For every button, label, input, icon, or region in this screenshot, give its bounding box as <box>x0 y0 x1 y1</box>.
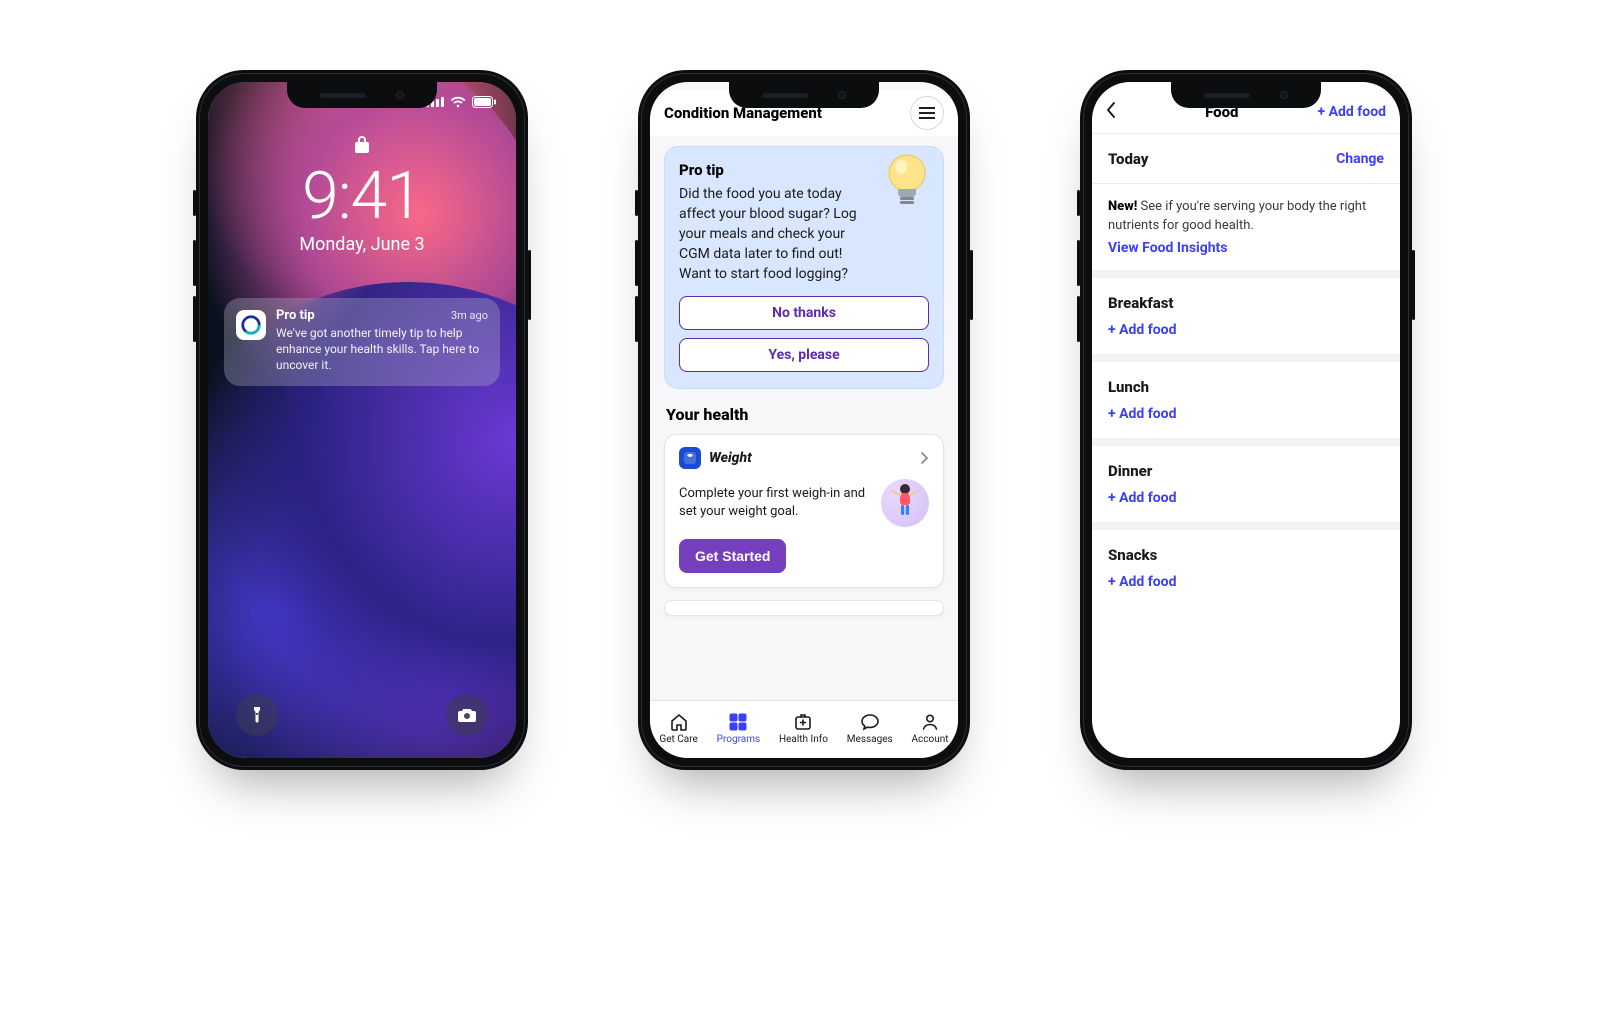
yes-please-button[interactable]: Yes, please <box>679 338 929 372</box>
lock-date: Monday, June 3 <box>299 234 424 255</box>
weight-card-title: Weight <box>709 450 913 466</box>
meal-name: Snacks <box>1108 546 1384 564</box>
weight-illustration <box>881 479 929 527</box>
insights-note-rest: See if you're serving your body the righ… <box>1108 199 1366 233</box>
lock-icon <box>354 134 370 154</box>
tip-body: Did the food you ate today affect your b… <box>679 185 861 284</box>
lock-notification[interactable]: Pro tip 3m ago We've got another timely … <box>224 298 500 386</box>
insights-note-bold: New! <box>1108 199 1137 214</box>
tab-label: Messages <box>847 734 893 745</box>
flashlight-button[interactable] <box>236 694 278 736</box>
insights-note: New! See if you're serving your body the… <box>1092 184 1400 240</box>
tab-label: Get Care <box>659 734 697 745</box>
add-food-header-button[interactable]: + Add food <box>1318 104 1386 120</box>
meal-name: Dinner <box>1108 462 1384 480</box>
lock-time: 9:41 <box>302 164 422 230</box>
add-food-button[interactable]: + Add food <box>1108 406 1384 422</box>
tab-messages[interactable]: Messages <box>847 712 893 745</box>
lightbulb-icon <box>881 153 933 213</box>
add-food-button[interactable]: + Add food <box>1108 490 1384 506</box>
your-health-heading: Your health <box>666 405 942 424</box>
back-button[interactable] <box>1106 102 1126 122</box>
meal-section: Snacks + Add food <box>1092 522 1400 606</box>
battery-icon <box>472 96 496 108</box>
tab-label: Account <box>912 734 949 745</box>
pro-tip-card: Pro tip Did the food you ate today affec… <box>664 146 944 389</box>
notification-body: We've got another timely tip to help enh… <box>276 325 488 374</box>
notification-title: Pro tip <box>276 308 315 323</box>
next-card-peek <box>664 600 944 616</box>
notification-time: 3m ago <box>451 309 488 322</box>
menu-button[interactable] <box>910 96 944 130</box>
view-food-insights-link[interactable]: View Food Insights <box>1092 240 1400 270</box>
stage: 9:41 Monday, June 3 Pro tip 3m ago We've… <box>0 0 1608 1024</box>
tab-get-care[interactable]: Get Care <box>659 712 697 745</box>
meal-section: Breakfast + Add food <box>1092 270 1400 354</box>
tabbar: Get Care Programs Health Info Messages A… <box>650 700 958 758</box>
notification-app-icon <box>236 310 266 340</box>
meal-name: Breakfast <box>1108 294 1384 312</box>
meal-section: Lunch + Add food <box>1092 354 1400 438</box>
change-date-button[interactable]: Change <box>1336 151 1384 167</box>
date-label: Today <box>1108 150 1148 168</box>
add-food-button[interactable]: + Add food <box>1108 322 1384 338</box>
device-app-home: Condition Management <box>638 70 970 770</box>
weight-card[interactable]: Weight Complete your first weigh-in and … <box>664 434 944 588</box>
device-lockscreen: 9:41 Monday, June 3 Pro tip 3m ago We've… <box>196 70 528 770</box>
add-food-button[interactable]: + Add food <box>1108 574 1384 590</box>
weight-card-body: Complete your first weigh-in and set you… <box>679 485 871 521</box>
tab-label: Programs <box>717 734 760 745</box>
wifi-icon <box>450 96 466 108</box>
tab-programs[interactable]: Programs <box>717 712 760 745</box>
meal-name: Lunch <box>1108 378 1384 396</box>
device-food-log: Food + Add food Today Change New! See if… <box>1080 70 1412 770</box>
camera-button[interactable] <box>446 694 488 736</box>
chevron-right-icon <box>921 449 929 468</box>
meal-section: Dinner + Add food <box>1092 438 1400 522</box>
tab-label: Health Info <box>779 734 828 745</box>
tab-health-info[interactable]: Health Info <box>779 712 828 745</box>
tab-account[interactable]: Account <box>912 712 949 745</box>
weight-icon <box>679 447 701 469</box>
no-thanks-button[interactable]: No thanks <box>679 296 929 330</box>
get-started-button[interactable]: Get Started <box>679 539 786 573</box>
